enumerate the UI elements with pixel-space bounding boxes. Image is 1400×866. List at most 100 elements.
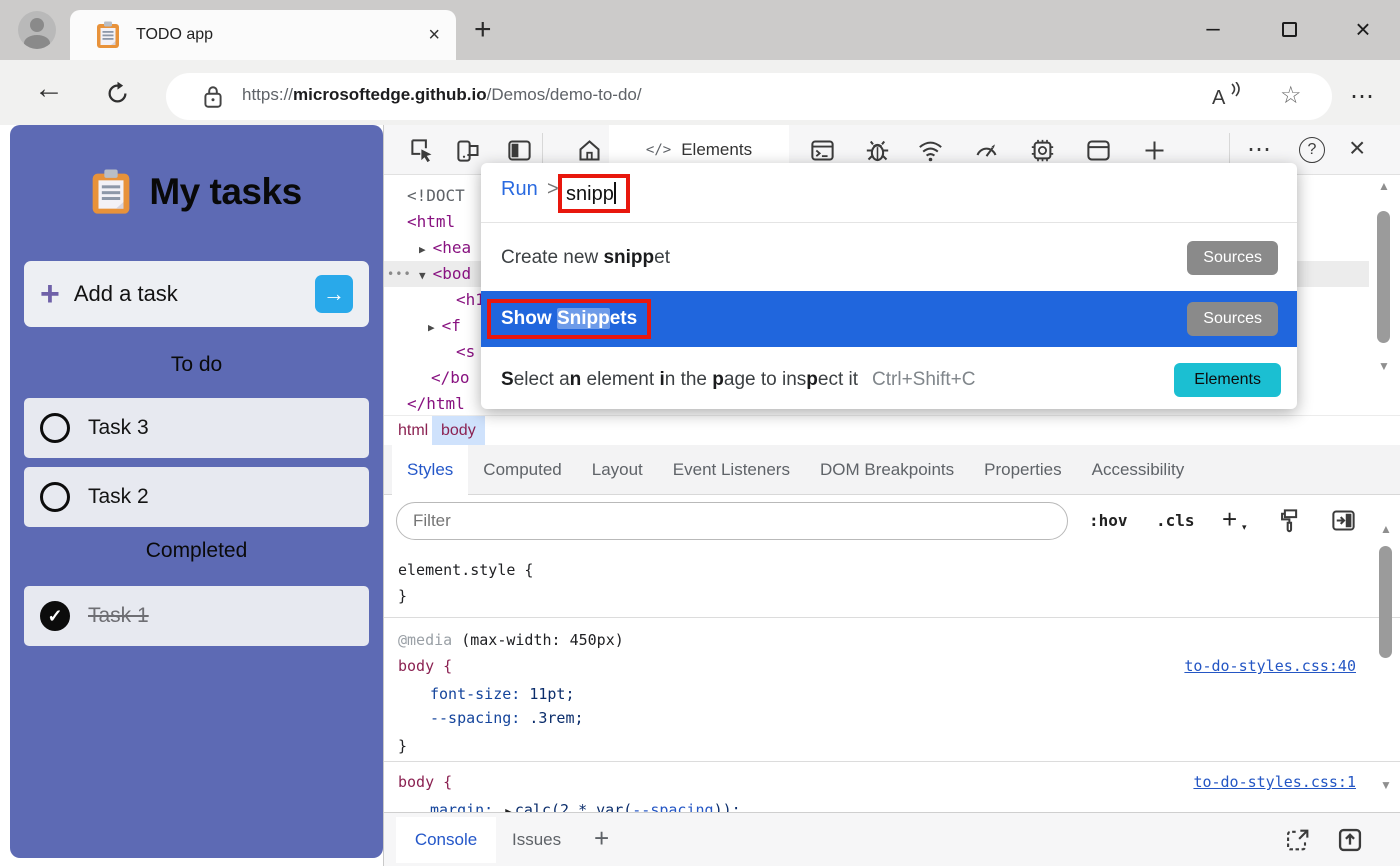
styles-scrollbar[interactable]: ▲ ▼ bbox=[1378, 520, 1394, 812]
read-aloud-button[interactable]: A bbox=[1212, 82, 1246, 110]
app-header: My tasks bbox=[10, 161, 383, 223]
code-icon: </> bbox=[646, 142, 671, 158]
add-task-input[interactable]: + Add a task → bbox=[24, 261, 369, 327]
tree-node[interactable]: <html bbox=[407, 209, 455, 235]
plus-icon: + bbox=[40, 277, 60, 311]
scroll-up-icon: ▲ bbox=[1380, 522, 1392, 536]
console-panel-icon[interactable] bbox=[809, 137, 836, 164]
command-input-row[interactable]: Run > snipp bbox=[481, 163, 1297, 223]
stylesheet-link[interactable]: to-do-styles.css:40 bbox=[1184, 653, 1356, 679]
add-task-submit-button[interactable]: → bbox=[315, 275, 353, 313]
elements-badge: Elements bbox=[1174, 363, 1281, 397]
css-property[interactable]: --spacing: .3rem; bbox=[430, 705, 584, 731]
tab-console[interactable]: Console bbox=[396, 817, 496, 863]
breadcrumb-body[interactable]: body bbox=[432, 416, 485, 446]
tree-node[interactable]: ▶<hea bbox=[419, 235, 471, 261]
tab-issues[interactable]: Issues bbox=[512, 813, 561, 866]
command-item-show-snippets-selected[interactable]: Show Snippets Sources bbox=[481, 291, 1297, 347]
tab-dom-breakpoints[interactable]: DOM Breakpoints bbox=[805, 445, 969, 495]
command-mode-label: Run bbox=[501, 178, 538, 201]
tree-node[interactable]: </bo bbox=[431, 365, 470, 391]
check-icon: ✓ bbox=[47, 606, 62, 627]
undock-drawer-icon[interactable] bbox=[1284, 826, 1312, 854]
arrow-right-icon: → bbox=[323, 281, 345, 307]
tab-styles[interactable]: Styles bbox=[392, 445, 468, 495]
lock-icon bbox=[202, 84, 224, 110]
expand-value-icon[interactable]: ▶ bbox=[505, 805, 512, 812]
tab-event-listeners[interactable]: Event Listeners bbox=[658, 445, 805, 495]
style-rule-selector[interactable]: body { bbox=[398, 769, 452, 795]
task-checkbox-checked[interactable]: ✓ bbox=[40, 601, 70, 631]
command-item-select-element[interactable]: Select an element in the page to inspect… bbox=[481, 352, 1297, 408]
network-wifi-icon[interactable] bbox=[917, 137, 944, 164]
css-property[interactable]: font-size: 11pt; bbox=[430, 681, 575, 707]
profile-avatar[interactable] bbox=[18, 11, 56, 49]
command-query-text[interactable]: snipp bbox=[566, 182, 616, 206]
new-tab-button[interactable]: + bbox=[474, 13, 492, 47]
task-row[interactable]: ✓ Task 1 bbox=[24, 586, 369, 646]
tab-computed[interactable]: Computed bbox=[468, 445, 576, 495]
drawer-add-tab-icon[interactable]: + bbox=[594, 823, 609, 854]
minimize-button[interactable]: – bbox=[1188, 0, 1238, 58]
memory-chip-icon[interactable] bbox=[1029, 137, 1056, 164]
back-button[interactable]: ← bbox=[34, 72, 64, 106]
tree-node[interactable]: ▶<f bbox=[428, 313, 461, 339]
hover-state-toggle[interactable]: :hov bbox=[1089, 495, 1128, 547]
tree-node[interactable]: <s bbox=[456, 339, 475, 365]
tab-layout[interactable]: Layout bbox=[577, 445, 658, 495]
style-rule-selector[interactable]: element.style { bbox=[398, 557, 533, 583]
home-icon[interactable] bbox=[576, 137, 603, 164]
tab-close-icon[interactable]: × bbox=[428, 24, 440, 47]
refresh-button[interactable] bbox=[104, 80, 131, 107]
css-variable-link[interactable]: --spacing bbox=[632, 801, 713, 812]
task-checkbox[interactable] bbox=[40, 413, 70, 443]
bug-icon[interactable] bbox=[864, 137, 891, 164]
new-style-rule-button[interactable]: +▾ bbox=[1222, 504, 1237, 535]
tree-node-body-selected[interactable]: •••▼<bod bbox=[419, 261, 471, 287]
breadcrumb-html[interactable]: html bbox=[389, 416, 437, 446]
add-task-label: Add a task bbox=[74, 281, 178, 307]
clipboard-icon bbox=[91, 168, 131, 216]
rendering-brush-icon[interactable] bbox=[1277, 507, 1304, 534]
scrollbar-thumb[interactable] bbox=[1379, 546, 1392, 658]
styles-tab-bar: Styles Computed Layout Event Listeners D… bbox=[384, 445, 1400, 495]
task-checkbox[interactable] bbox=[40, 482, 70, 512]
inspect-element-icon[interactable] bbox=[409, 137, 436, 164]
task-label: Task 3 bbox=[88, 416, 149, 440]
address-bar[interactable]: https://microsoftedge.github.io/Demos/de… bbox=[166, 73, 1332, 120]
class-toggle[interactable]: .cls bbox=[1156, 495, 1195, 547]
performance-gauge-icon[interactable] bbox=[973, 137, 1000, 164]
media-query: @media (max-width: 450px) bbox=[398, 627, 624, 653]
tab-properties[interactable]: Properties bbox=[969, 445, 1076, 495]
help-icon[interactable]: ? bbox=[1299, 137, 1325, 163]
elements-scrollbar[interactable]: ▲ ▼ bbox=[1376, 177, 1392, 417]
maximize-button[interactable] bbox=[1264, 0, 1314, 58]
browser-titlebar: TODO app × + – × bbox=[0, 0, 1400, 60]
browser-menu-button[interactable]: ⋯ bbox=[1350, 82, 1376, 111]
favorites-star-icon[interactable]: ☆ bbox=[1280, 81, 1302, 110]
devtools-close-icon[interactable]: × bbox=[1349, 132, 1365, 164]
styles-filter-input[interactable] bbox=[396, 502, 1068, 540]
scrollbar-thumb[interactable] bbox=[1377, 211, 1390, 343]
browser-window: { "browser": { "tab_title": "TODO app", … bbox=[0, 0, 1400, 866]
task-row[interactable]: Task 3 bbox=[24, 398, 369, 458]
device-emulation-icon[interactable] bbox=[455, 137, 482, 164]
tree-node[interactable]: <!DOCT bbox=[407, 183, 465, 209]
expand-drawer-icon[interactable] bbox=[1336, 826, 1364, 854]
devtools-more-icon[interactable]: ⋯ bbox=[1247, 135, 1273, 164]
layout-panel-icon[interactable] bbox=[1085, 137, 1112, 164]
tab-accessibility[interactable]: Accessibility bbox=[1077, 445, 1200, 495]
expand-arrow-icon: ▶ bbox=[428, 321, 435, 334]
style-rule-selector[interactable]: body { bbox=[398, 653, 452, 679]
window-close-button[interactable]: × bbox=[1338, 0, 1388, 58]
css-property[interactable]: margin: ▶calc(2 * var(--spacing)); bbox=[430, 797, 741, 812]
task-row[interactable]: Task 2 bbox=[24, 467, 369, 527]
dock-side-icon[interactable] bbox=[506, 137, 533, 164]
computed-sidebar-toggle-icon[interactable] bbox=[1330, 507, 1357, 534]
command-item-create-new-snippet[interactable]: Create new snippet Sources bbox=[481, 230, 1297, 286]
browser-tab-todo-app[interactable]: TODO app × bbox=[70, 10, 456, 60]
annotation-red-box: snipp bbox=[558, 174, 630, 213]
tree-node[interactable]: </html bbox=[407, 391, 465, 417]
stylesheet-link[interactable]: to-do-styles.css:1 bbox=[1193, 769, 1356, 795]
more-tools-plus-icon[interactable] bbox=[1141, 137, 1168, 164]
